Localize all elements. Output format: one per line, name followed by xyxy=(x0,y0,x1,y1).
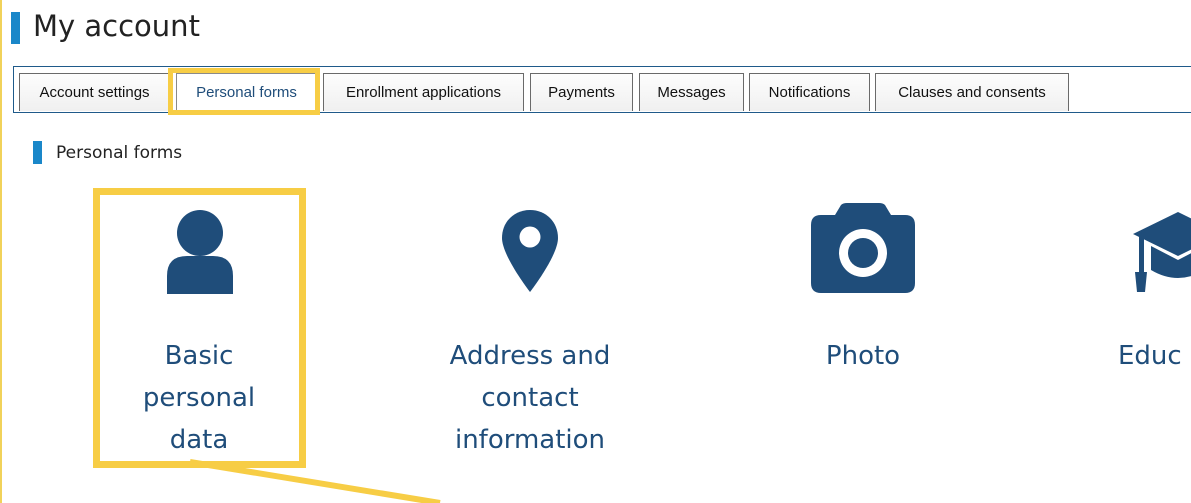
page-title: My account xyxy=(33,9,200,43)
graduation-cap-icon xyxy=(1133,210,1191,300)
tab-account-settings[interactable]: Account settings xyxy=(19,73,170,111)
card-photo[interactable]: Photo xyxy=(763,190,963,465)
map-pin-icon xyxy=(502,210,558,296)
camera-icon xyxy=(811,203,915,297)
tab-clauses-and-consents[interactable]: Clauses and consents xyxy=(875,73,1069,111)
card-label: Photo xyxy=(825,341,901,371)
section-title: Personal forms xyxy=(56,143,183,163)
left-border-line xyxy=(0,0,2,503)
tab-payments[interactable]: Payments xyxy=(530,73,633,111)
title-accent-bar xyxy=(11,12,20,44)
card-label: Educ xyxy=(1118,341,1182,371)
tab-notifications[interactable]: Notifications xyxy=(749,73,870,111)
user-icon xyxy=(165,210,235,298)
card-label: Basic personal data xyxy=(142,341,256,455)
card-basic-personal-data[interactable]: Basic personal data xyxy=(98,190,301,465)
card-address-and-contact-information[interactable]: Address and contact information xyxy=(430,190,630,465)
card-education[interactable]: Educ xyxy=(1118,190,1191,465)
section-accent-bar xyxy=(33,141,42,164)
tab-enrollment-applications[interactable]: Enrollment applications xyxy=(323,73,524,111)
tab-messages[interactable]: Messages xyxy=(639,73,744,111)
card-label: Address and contact information xyxy=(449,341,611,455)
tab-personal-forms[interactable]: Personal forms xyxy=(176,73,317,111)
